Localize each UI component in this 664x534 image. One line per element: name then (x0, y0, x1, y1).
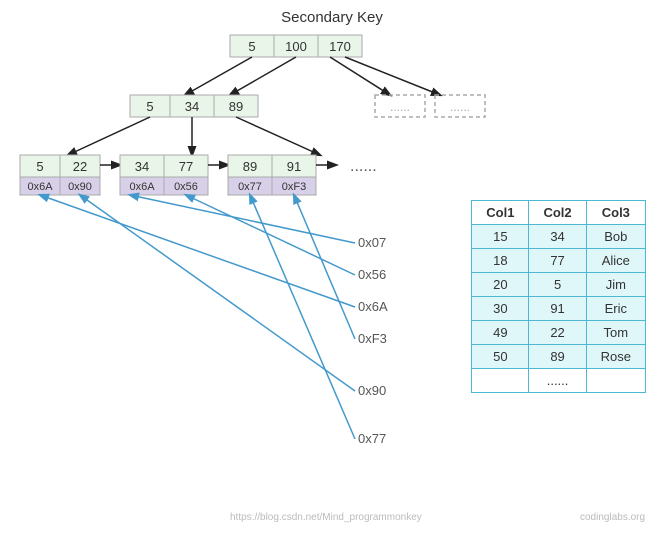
svg-text:......: ...... (350, 158, 377, 175)
svg-text:......: ...... (450, 100, 470, 114)
svg-text:0x6A: 0x6A (129, 181, 155, 193)
svg-text:0x56: 0x56 (174, 181, 198, 193)
cell-r1-c0: 18 (472, 249, 529, 273)
svg-text:100: 100 (285, 39, 307, 54)
cell-r0-c1: 34 (529, 225, 586, 249)
svg-text:0xF3: 0xF3 (282, 181, 306, 193)
cell-r5-c2: Rose (586, 345, 645, 369)
table-row: 5089Rose (472, 345, 646, 369)
cell-r2-c1: 5 (529, 273, 586, 297)
svg-text:......: ...... (390, 100, 410, 114)
cell-r4-c1: 22 (529, 321, 586, 345)
col1-header: Col1 (472, 201, 529, 225)
cell-r3-c1: 91 (529, 297, 586, 321)
svg-text:89: 89 (243, 159, 257, 174)
table-row: 1877Alice (472, 249, 646, 273)
cell-r4-c2: Tom (586, 321, 645, 345)
table-row: 1534Bob (472, 225, 646, 249)
col2-header: Col2 (529, 201, 586, 225)
data-table: Col1 Col2 Col3 1534Bob1877Alice205Jim309… (471, 200, 646, 393)
svg-text:89: 89 (229, 99, 243, 114)
cell-r1-c1: 77 (529, 249, 586, 273)
svg-text:5: 5 (146, 99, 153, 114)
col3-header: Col3 (586, 201, 645, 225)
svg-text:0x77: 0x77 (238, 181, 262, 193)
cell-r3-c0: 30 (472, 297, 529, 321)
cell-r1-c2: Alice (586, 249, 645, 273)
cell-r0-c2: Bob (586, 225, 645, 249)
svg-text:5: 5 (36, 159, 43, 174)
svg-text:91: 91 (287, 159, 301, 174)
cell-r4-c0: 49 (472, 321, 529, 345)
svg-text:0x6A: 0x6A (27, 181, 53, 193)
cell-r2-c2: Jim (586, 273, 645, 297)
svg-text:0x6A: 0x6A (358, 299, 388, 314)
svg-text:5: 5 (248, 39, 255, 54)
svg-text:0x90: 0x90 (68, 181, 92, 193)
svg-text:34: 34 (185, 99, 199, 114)
svg-text:0x07: 0x07 (358, 235, 386, 250)
table-dots-row: ...... (472, 369, 646, 393)
cell-r5-c1: 89 (529, 345, 586, 369)
table-row: 4922Tom (472, 321, 646, 345)
cell-r0-c0: 15 (472, 225, 529, 249)
cell-r5-c0: 50 (472, 345, 529, 369)
svg-text:0x90: 0x90 (358, 383, 386, 398)
cell-r2-c0: 20 (472, 273, 529, 297)
svg-text:0x77: 0x77 (358, 431, 386, 446)
svg-text:77: 77 (179, 159, 193, 174)
watermark2: codinglabs.org (580, 512, 645, 523)
svg-text:22: 22 (73, 159, 87, 174)
svg-text:170: 170 (329, 39, 351, 54)
svg-text:0xF3: 0xF3 (358, 331, 387, 346)
watermark: https://blog.csdn.net/Mind_programmonkey (230, 512, 422, 523)
svg-text:34: 34 (135, 159, 149, 174)
svg-text:0x56: 0x56 (358, 267, 386, 282)
cell-r3-c2: Eric (586, 297, 645, 321)
table-row: 3091Eric (472, 297, 646, 321)
page-title: Secondary Key (281, 9, 383, 26)
table-row: 205Jim (472, 273, 646, 297)
